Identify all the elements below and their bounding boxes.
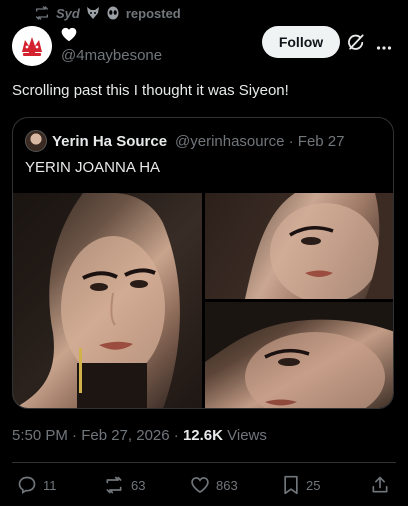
action-divider [12, 462, 396, 463]
like-button[interactable]: 863 [190, 474, 238, 496]
views-label: Views [222, 427, 267, 444]
quoted-photo-2[interactable] [205, 193, 393, 299]
author-avatar[interactable] [12, 26, 52, 66]
reply-count: 11 [43, 477, 57, 493]
repost-icon [34, 5, 50, 21]
repost-banner[interactable]: Syd reposted [34, 5, 181, 21]
repost-count: 63 [131, 477, 146, 493]
quoted-photo-3[interactable] [205, 302, 393, 408]
alien-emoji-icon [106, 6, 120, 20]
grok-icon[interactable] [346, 32, 366, 57]
author-display-name[interactable] [61, 27, 77, 47]
quoted-author-meta[interactable]: @yerinhasource · Feb 27 [175, 133, 344, 150]
reply-button[interactable]: 11 [17, 474, 57, 496]
bookmark-count: 25 [306, 477, 321, 493]
views-count: 12.6K [182, 427, 223, 444]
heart-icon [61, 27, 77, 42]
author-handle[interactable]: @4maybesone [61, 47, 162, 64]
reply-icon [18, 476, 36, 495]
bookmark-icon [284, 475, 298, 495]
share-icon [372, 476, 388, 493]
repost-label: reposted [125, 5, 181, 21]
quoted-author-avatar[interactable] [25, 130, 47, 152]
repost-action-icon [106, 476, 122, 494]
quoted-author-name[interactable]: Yerin Ha Source [52, 133, 167, 150]
post-timestamp[interactable]: 5:50 PM · Feb 27, 2026 · 12.6K Views [12, 427, 267, 444]
like-count: 863 [216, 477, 238, 493]
post-text: Scrolling past this I thought it was Siy… [12, 82, 289, 99]
avatar-logo-icon [12, 26, 52, 66]
quoted-photo-1[interactable] [13, 193, 202, 408]
share-button[interactable] [370, 474, 390, 496]
quoted-post-card[interactable]: Yerin Ha Source @yerinhasource · Feb 27 … [12, 117, 394, 409]
repost-button[interactable]: 63 [103, 474, 145, 496]
timestamp-text[interactable]: 5:50 PM · Feb 27, 2026 · [12, 427, 183, 444]
follow-button[interactable]: Follow [262, 26, 340, 58]
bookmark-button[interactable]: 25 [282, 474, 320, 496]
repost-user-name[interactable]: Syd [56, 6, 80, 21]
quoted-post-text: YERIN JOANNA HA [25, 159, 161, 176]
like-icon [191, 477, 209, 494]
wolf-emoji-icon [86, 6, 100, 20]
more-options-icon[interactable] [376, 38, 392, 56]
